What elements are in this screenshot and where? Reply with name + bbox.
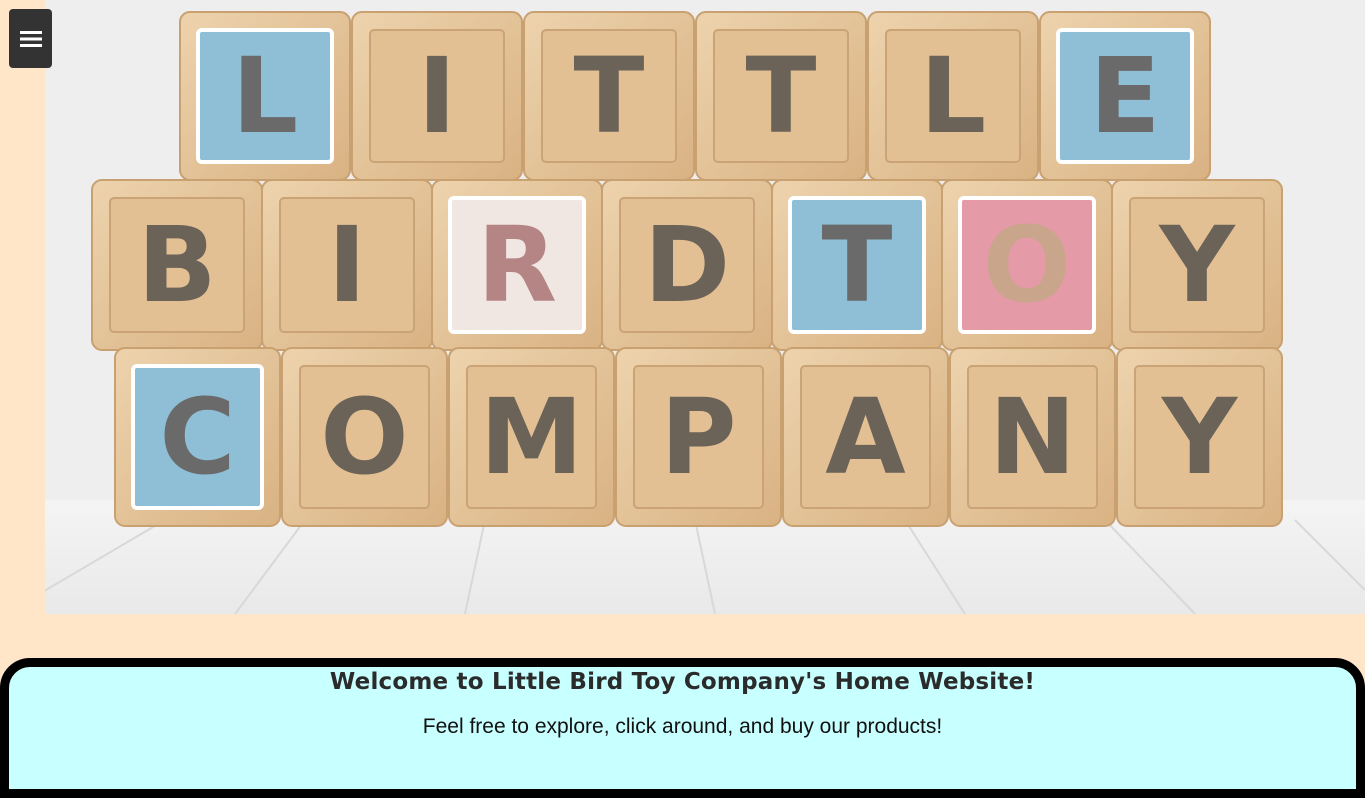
block-letter: Y	[1157, 204, 1236, 326]
toy-block: A	[782, 347, 949, 527]
block-letter: L	[920, 35, 986, 157]
block-letter: N	[989, 376, 1076, 498]
hero-banner-image: LITTLEBIRDTOYCOMPANY	[45, 0, 1365, 614]
toy-block: T	[771, 179, 943, 351]
toy-block: E	[1039, 11, 1211, 181]
block-letter: A	[825, 376, 906, 498]
block-letter: T	[574, 35, 645, 157]
toy-block: L	[867, 11, 1039, 181]
welcome-section: Welcome to Little Bird Toy Company's Hom…	[0, 658, 1365, 798]
toy-block: I	[351, 11, 523, 181]
block-letter: E	[1089, 35, 1160, 157]
toy-block: L	[179, 11, 351, 181]
toy-block: P	[615, 347, 782, 527]
welcome-title: Welcome to Little Bird Toy Company's Hom…	[329, 669, 1036, 695]
block-letter: D	[644, 204, 730, 326]
toy-block: M	[448, 347, 615, 527]
toy-block: N	[949, 347, 1116, 527]
block-letter: I	[328, 204, 367, 326]
toy-block: O	[941, 179, 1113, 351]
block-letter: L	[232, 35, 298, 157]
block-letter: M	[480, 376, 584, 498]
toy-block: Y	[1116, 347, 1283, 527]
block-letter: Y	[1160, 376, 1239, 498]
toy-block: C	[114, 347, 281, 527]
toy-block: B	[91, 179, 263, 351]
toy-block: R	[431, 179, 603, 351]
hamburger-menu-icon	[19, 30, 42, 48]
block-letter: C	[159, 376, 235, 498]
block-letter: P	[660, 376, 736, 498]
toy-block: O	[281, 347, 448, 527]
toy-block: Y	[1111, 179, 1283, 351]
toy-blocks-illustration: L I T T L EB I R D T O YC O M P A N Y	[45, 0, 1365, 614]
block-letter: R	[477, 204, 557, 326]
toy-block: D	[601, 179, 773, 351]
toy-block: T	[523, 11, 695, 181]
welcome-subtitle: Feel free to explore, click around, and …	[422, 715, 943, 738]
block-letter: O	[983, 204, 1071, 326]
toy-block: T	[695, 11, 867, 181]
block-letter: B	[137, 204, 216, 326]
menu-button[interactable]	[9, 9, 52, 68]
block-letter: O	[320, 376, 408, 498]
toy-block: I	[261, 179, 433, 351]
block-letter: T	[746, 35, 817, 157]
block-letter: T	[822, 204, 893, 326]
block-letter: I	[418, 35, 457, 157]
